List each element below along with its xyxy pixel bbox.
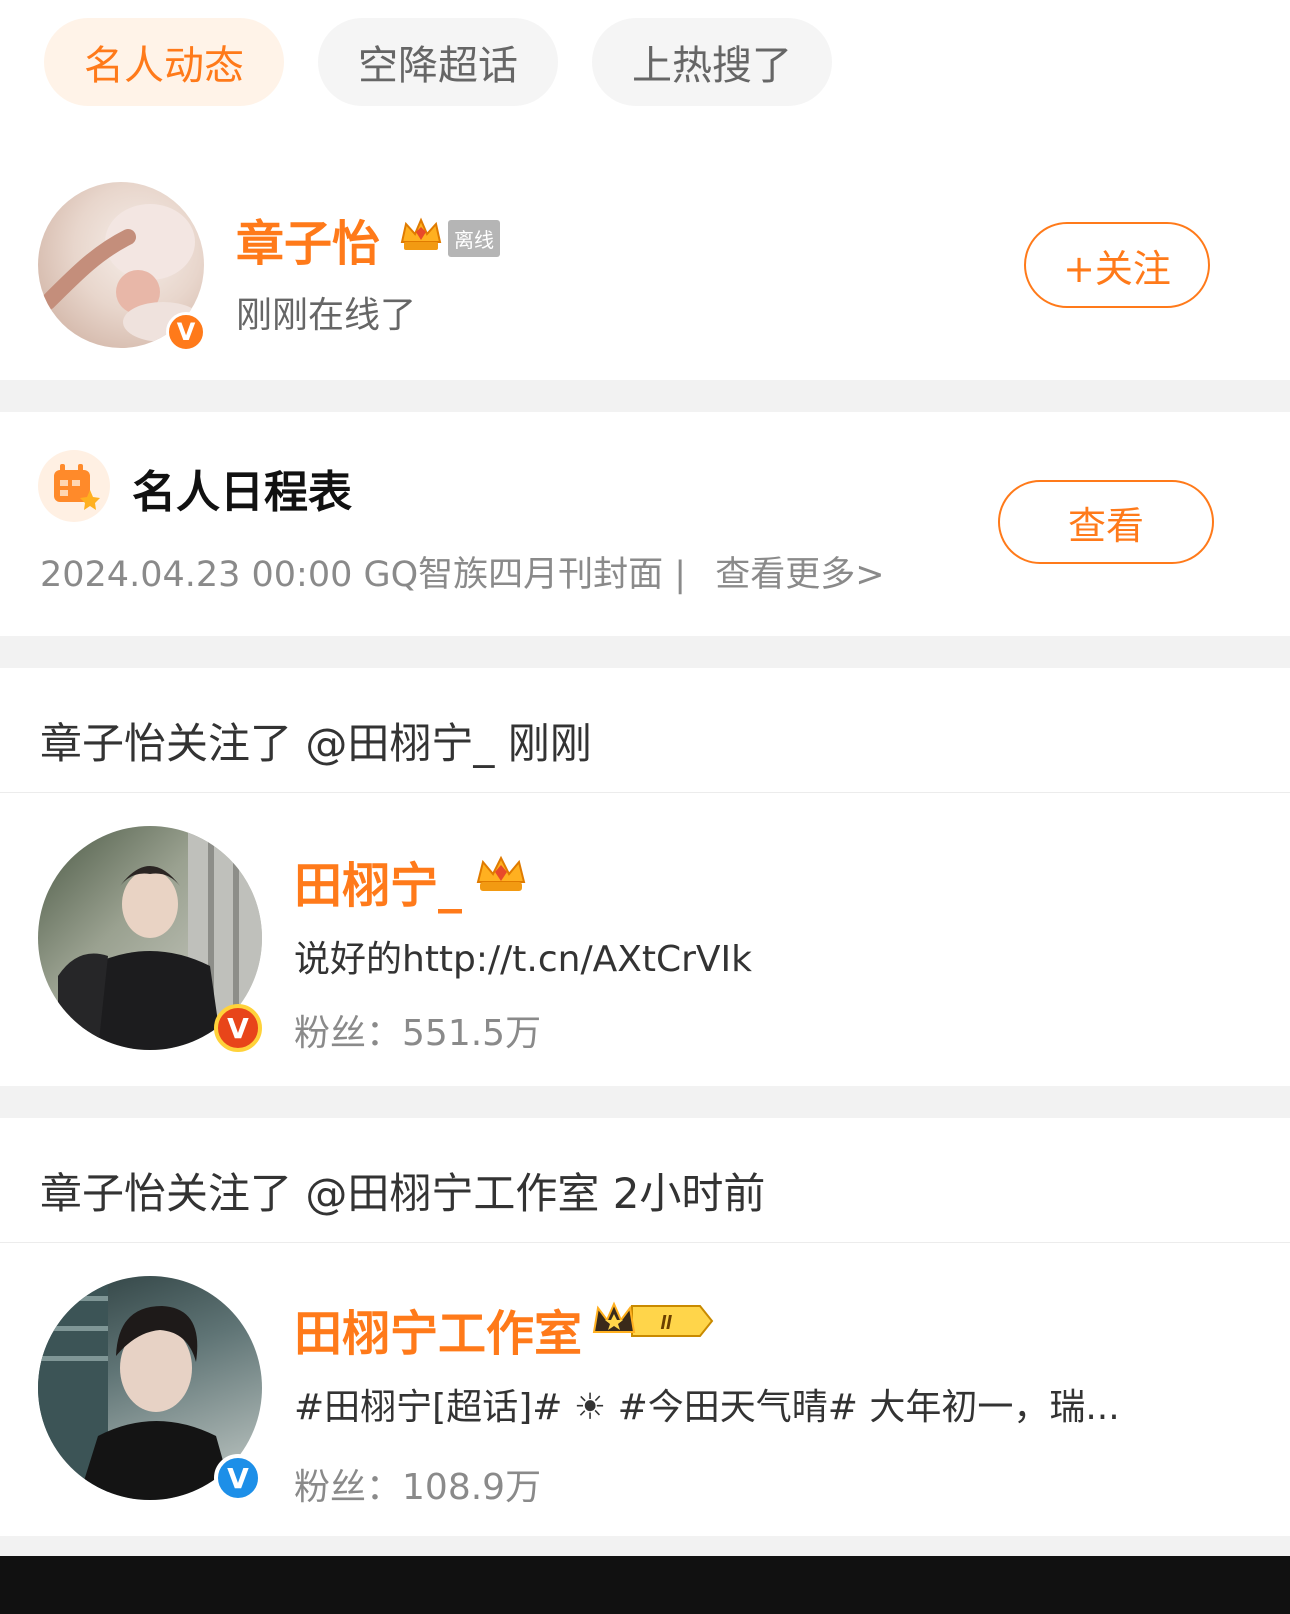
activity-title[interactable]: 章子怡关注了 @田栩宁_ 刚刚 xyxy=(40,710,592,771)
celebrity-name[interactable]: 章子怡 xyxy=(236,204,380,274)
user-name[interactable]: 田栩宁工作室 xyxy=(294,1294,582,1364)
user-bio: 说好的http://t.cn/AXtCrVIk xyxy=(294,939,753,980)
fans-count: 粉丝：551.5万 xyxy=(294,1013,542,1054)
section-divider xyxy=(0,1536,1290,1556)
fans-count: 粉丝：108.9万 xyxy=(294,1467,542,1508)
schedule-detail-text: 2024.04.23 00:00 GQ智族四月刊封面 | xyxy=(40,555,687,595)
offline-tag: 离线 xyxy=(448,220,500,257)
crown-level-icon: II xyxy=(592,1301,714,1337)
divider-line xyxy=(0,1242,1290,1243)
svg-text:II: II xyxy=(660,1312,672,1334)
divider-line xyxy=(0,792,1290,793)
bottom-bar xyxy=(0,1556,1290,1614)
section-divider xyxy=(0,636,1290,668)
verified-badge-icon: V xyxy=(214,1004,262,1052)
verified-badge-icon: V xyxy=(166,312,206,352)
schedule-detail: 2024.04.23 00:00 GQ智族四月刊封面 | 查看更多> xyxy=(40,546,885,597)
user-name[interactable]: 田栩宁_ xyxy=(294,846,462,916)
follow-button[interactable]: +关注 xyxy=(1024,222,1210,308)
tab-bar: 名人动态 空降超话 上热搜了 xyxy=(44,18,832,106)
user-bio: #田栩宁[超话]# ☀ #今田天气晴# 大年初一，瑞... xyxy=(294,1387,1120,1428)
crown-icon xyxy=(476,855,526,891)
section-divider xyxy=(0,1086,1290,1118)
activity-title[interactable]: 章子怡关注了 @田栩宁工作室 2小时前 xyxy=(40,1160,765,1221)
see-more-link[interactable]: 查看更多> xyxy=(715,555,884,595)
calendar-icon xyxy=(38,450,110,522)
section-divider xyxy=(0,380,1290,412)
tab-hot-search[interactable]: 上热搜了 xyxy=(592,18,832,106)
online-status: 刚刚在线了 xyxy=(236,295,417,336)
view-schedule-button[interactable]: 查看 xyxy=(998,480,1214,564)
schedule-title: 名人日程表 xyxy=(132,467,352,518)
crown-icon xyxy=(400,217,442,250)
verified-badge-icon: V xyxy=(214,1454,262,1502)
tab-airdrop-topic[interactable]: 空降超话 xyxy=(318,18,558,106)
tab-celebrity-news[interactable]: 名人动态 xyxy=(44,18,284,106)
